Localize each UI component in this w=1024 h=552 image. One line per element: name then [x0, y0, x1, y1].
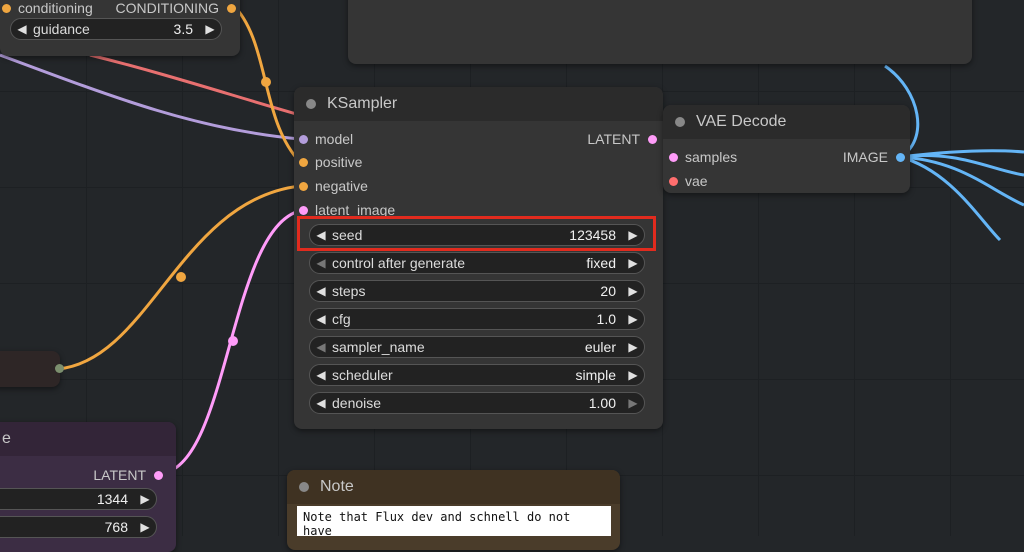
cfg-value: 1.0 [596, 311, 616, 327]
scheduler-next-icon[interactable]: ▶ [622, 368, 644, 382]
control-after-generate-widget[interactable]: ◀ control after generate fixed ▶ [309, 252, 645, 274]
left-dark-node[interactable] [0, 351, 64, 387]
control-after-generate-prev-icon[interactable]: ◀ [310, 256, 332, 270]
guidance-value: 3.5 [173, 21, 193, 37]
width-increment-icon[interactable]: ▶ [134, 492, 156, 506]
negative-input-dot[interactable] [299, 181, 308, 191]
height-widget[interactable]: 768 ▶ [0, 516, 157, 538]
ksampler-title: KSampler [327, 95, 398, 112]
width-value: 1344 [96, 491, 128, 507]
height-increment-icon[interactable]: ▶ [134, 520, 156, 534]
conditioning-input-label: conditioning [18, 0, 93, 16]
scheduler-value: simple [575, 367, 616, 383]
sampler-name-next-icon[interactable]: ▶ [622, 340, 644, 354]
ksampler-node[interactable]: KSampler model positive negative latent_… [294, 87, 663, 429]
left-node-output-dot[interactable] [55, 364, 64, 373]
scheduler-widget[interactable]: ◀ scheduler simple ▶ [309, 364, 645, 386]
conditioning-output-label: CONDITIONING [115, 0, 219, 16]
empty-latent-node[interactable]: e LATENT 1344 ▶ 768 ▶ [0, 422, 176, 552]
conditioning-output-dot[interactable] [227, 3, 236, 13]
conditioning-input-dot[interactable] [2, 3, 11, 13]
vae-input-label: vae [685, 173, 708, 189]
empty-latent-title: e [2, 430, 11, 447]
vae-input-dot[interactable] [669, 176, 678, 186]
sampler-name-label: sampler_name [332, 339, 425, 355]
denoise-value: 1.00 [588, 395, 616, 411]
sampler-name-prev-icon[interactable]: ◀ [310, 340, 332, 354]
vae-decode-title: VAE Decode [696, 113, 787, 130]
flux-guidance-node[interactable]: conditioning CONDITIONING ◀ guidance 3.5… [0, 0, 240, 56]
positive-input-dot[interactable] [299, 157, 308, 167]
control-after-generate-label: control after generate [332, 255, 466, 271]
latent-output-label: LATENT [587, 131, 640, 147]
cfg-decrement-icon[interactable]: ◀ [310, 312, 332, 326]
empty-latent-output-label: LATENT [93, 467, 146, 483]
empty-latent-output-dot[interactable] [154, 470, 163, 480]
vae-decode-title-bar[interactable]: VAE Decode [663, 105, 910, 139]
latent-output-dot[interactable] [648, 134, 657, 144]
control-after-generate-next-icon[interactable]: ▶ [622, 256, 644, 270]
note-title: Note [320, 478, 354, 495]
denoise-label: denoise [332, 395, 382, 411]
samples-input-label: samples [685, 149, 738, 165]
cfg-increment-icon[interactable]: ▶ [622, 312, 644, 326]
denoise-increment-icon[interactable]: ▶ [622, 396, 644, 410]
scheduler-label: scheduler [332, 367, 393, 383]
cfg-widget[interactable]: ◀ cfg 1.0 ▶ [309, 308, 645, 330]
image-wire-3 [899, 155, 1002, 242]
denoise-decrement-icon[interactable]: ◀ [310, 396, 332, 410]
steps-increment-icon[interactable]: ▶ [622, 284, 644, 298]
steps-decrement-icon[interactable]: ◀ [310, 284, 332, 298]
steps-value: 20 [600, 283, 616, 299]
collapse-dot-icon[interactable] [306, 99, 316, 109]
steps-label: steps [332, 283, 366, 299]
model-input-label: model [315, 131, 354, 147]
scheduler-prev-icon[interactable]: ◀ [310, 368, 332, 382]
latent-image-input-dot[interactable] [299, 205, 308, 215]
guidance-widget[interactable]: ◀ guidance 3.5 ▶ [10, 18, 222, 40]
note-title-bar[interactable]: Note [287, 470, 620, 504]
seed-highlight-box [297, 216, 656, 251]
guidance-decrement-icon[interactable]: ◀ [11, 22, 33, 36]
top-right-node[interactable] [348, 0, 972, 64]
collapse-dot-icon[interactable] [675, 117, 685, 127]
note-text-area[interactable]: Note that Flux dev and schnell do not ha… [297, 506, 611, 538]
width-widget[interactable]: 1344 ▶ [0, 488, 157, 510]
cfg-label: cfg [332, 311, 351, 327]
collapse-dot-icon[interactable] [299, 482, 309, 492]
steps-widget[interactable]: ◀ steps 20 ▶ [309, 280, 645, 302]
height-value: 768 [104, 519, 128, 535]
image-output-label: IMAGE [842, 149, 888, 165]
negative-input-label: negative [315, 178, 368, 194]
control-after-generate-value: fixed [586, 255, 616, 271]
positive-input-label: positive [315, 154, 363, 170]
empty-latent-title-bar[interactable]: e [0, 422, 176, 456]
sampler-name-widget[interactable]: ◀ sampler_name euler ▶ [309, 336, 645, 358]
note-node[interactable]: Note Note that Flux dev and schnell do n… [287, 470, 620, 550]
model-input-dot[interactable] [299, 134, 308, 144]
image-output-dot[interactable] [896, 152, 905, 162]
vae-decode-node[interactable]: VAE Decode samples vae IMAGE [663, 105, 910, 193]
sampler-name-value: euler [584, 339, 616, 355]
model-wire [0, 53, 301, 141]
ksampler-title-bar[interactable]: KSampler [294, 87, 663, 121]
image-wire-5 [899, 149, 1024, 159]
guidance-increment-icon[interactable]: ▶ [199, 22, 221, 36]
samples-input-dot[interactable] [669, 152, 678, 162]
denoise-widget[interactable]: ◀ denoise 1.00 ▶ [309, 392, 645, 414]
guidance-label: guidance [33, 21, 90, 37]
